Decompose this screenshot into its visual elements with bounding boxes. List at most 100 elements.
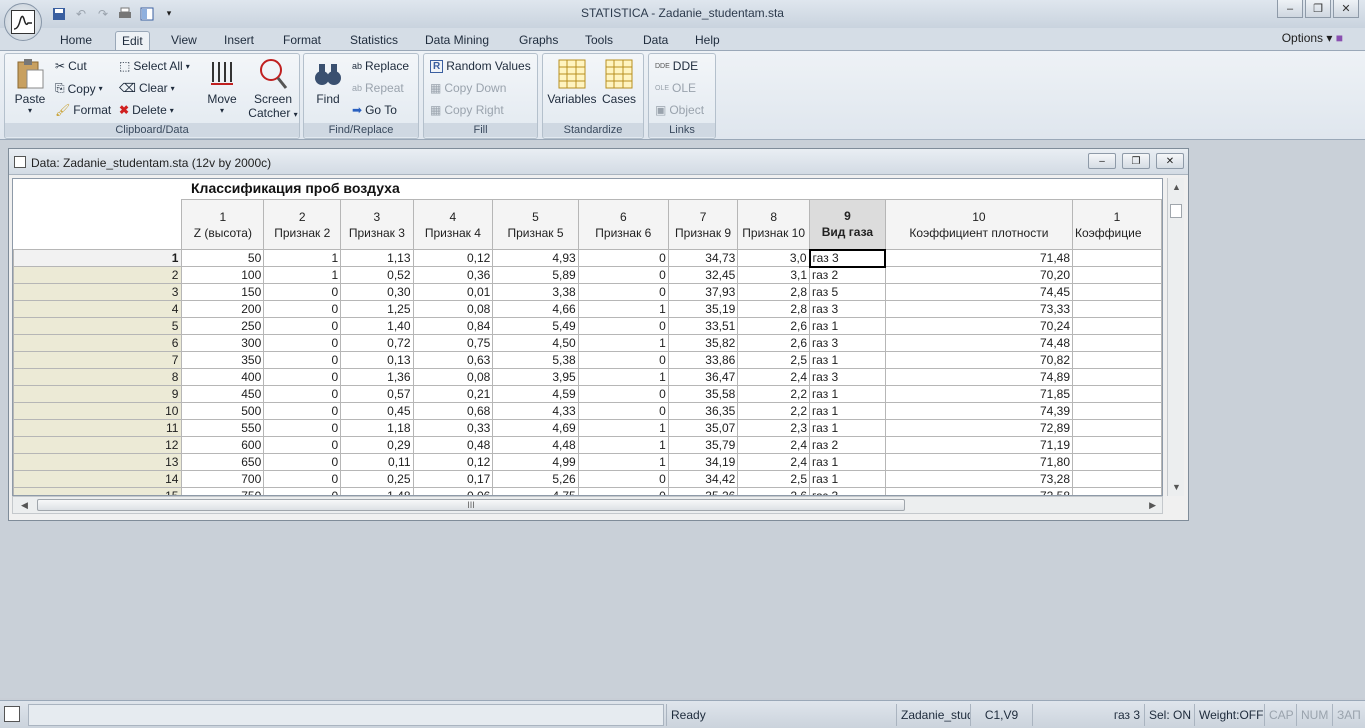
data-cell[interactable]: 0 — [577, 402, 669, 420]
data-cell[interactable]: 1,13 — [340, 249, 414, 267]
scroll-up-icon[interactable]: ▲ — [1172, 182, 1181, 192]
data-cell[interactable]: 0,08 — [412, 368, 494, 386]
data-cell[interactable]: 34,19 — [667, 453, 739, 471]
screen-catcher-button[interactable]: Screen Catcher ▾ — [247, 58, 299, 120]
vertical-scrollbar[interactable]: ▲ ▼ — [1167, 178, 1184, 496]
data-cell[interactable]: газ 1 — [809, 317, 886, 335]
data-cell[interactable]: 35,26 — [667, 487, 739, 495]
row-header[interactable]: 8 — [13, 368, 183, 386]
column-header-3[interactable]: 3 Признак 3 — [340, 199, 414, 250]
repeat-button[interactable]: ab Repeat — [352, 81, 404, 95]
data-cell[interactable]: 5,49 — [492, 317, 579, 335]
data-cell[interactable]: 0,30 — [340, 283, 414, 301]
data-cell[interactable]: 0 — [577, 266, 669, 284]
data-cell-empty[interactable] — [1072, 266, 1162, 284]
data-cell[interactable]: 2,4 — [737, 436, 811, 454]
data-cell[interactable]: газ 2 — [809, 266, 886, 284]
data-cell[interactable]: 0 — [263, 334, 342, 352]
data-cell[interactable]: газ 3 — [809, 368, 886, 386]
tab-edit[interactable]: Edit — [115, 31, 150, 50]
data-cell-empty[interactable] — [1072, 453, 1162, 471]
row-header[interactable]: 13 — [13, 453, 183, 471]
data-cell[interactable]: 32,45 — [667, 266, 739, 284]
data-cell[interactable]: 4,69 — [492, 419, 579, 437]
data-cell[interactable]: 0,01 — [412, 283, 494, 301]
data-cell[interactable]: 4,48 — [492, 436, 579, 454]
data-cell[interactable]: 50 — [181, 249, 265, 267]
data-cell-empty[interactable] — [1072, 368, 1162, 386]
row-header[interactable]: 15 — [13, 487, 183, 495]
data-cell[interactable]: 0,84 — [412, 317, 494, 335]
data-cell[interactable]: 300 — [181, 334, 265, 352]
data-cell[interactable]: 0 — [263, 385, 342, 403]
data-cell[interactable]: 0 — [577, 487, 669, 495]
replace-button[interactable]: ab Replace — [352, 59, 409, 73]
scroll-down-icon[interactable]: ▼ — [1172, 482, 1181, 492]
data-cell[interactable]: 0 — [263, 470, 342, 488]
data-cell[interactable]: 4,59 — [492, 385, 579, 403]
random-values-button[interactable]: R Random Values — [430, 59, 531, 73]
data-cell[interactable]: 70,82 — [884, 351, 1074, 369]
data-cell[interactable]: 34,42 — [667, 470, 739, 488]
data-cell[interactable]: 1 — [577, 453, 669, 471]
select-all-button[interactable]: ⬚ Select All ▾ — [119, 59, 190, 73]
data-cell[interactable]: 0 — [577, 249, 669, 267]
data-cell-empty[interactable] — [1072, 249, 1162, 267]
data-cell[interactable]: 2,5 — [737, 470, 811, 488]
data-cell[interactable]: 0 — [263, 351, 342, 369]
data-cell[interactable]: 0,25 — [340, 470, 414, 488]
data-cell[interactable]: 3,0 — [737, 249, 811, 267]
data-cell[interactable]: 0,06 — [412, 487, 494, 495]
application-button[interactable] — [4, 3, 42, 41]
tab-home[interactable]: Home — [54, 31, 98, 50]
data-cell[interactable]: 0,12 — [412, 453, 494, 471]
column-header-11[interactable]: 1 Коэффицие — [1072, 199, 1162, 250]
data-cell-empty[interactable] — [1072, 351, 1162, 369]
data-cell[interactable]: 0,57 — [340, 385, 414, 403]
data-cell[interactable]: 2,3 — [737, 419, 811, 437]
data-cell[interactable]: 0,48 — [412, 436, 494, 454]
data-cell[interactable]: 1 — [577, 436, 669, 454]
spreadsheet-grid[interactable]: Классификация проб воздуха 1Z (высота) 2 П… — [12, 178, 1163, 496]
data-cell[interactable]: 70,24 — [884, 317, 1074, 335]
go-to-button[interactable]: ➡ Go To — [352, 103, 397, 117]
data-cell[interactable]: 0 — [263, 436, 342, 454]
data-cell[interactable]: 2,2 — [737, 402, 811, 420]
data-cell[interactable]: газ 3 — [809, 334, 886, 352]
row-header[interactable]: 4 — [13, 300, 183, 318]
corner-cell[interactable] — [13, 199, 183, 250]
data-cell[interactable]: 74,48 — [884, 334, 1074, 352]
data-cell[interactable]: 0 — [263, 317, 342, 335]
tab-format[interactable]: Format — [277, 31, 327, 50]
data-cell[interactable]: 0,13 — [340, 351, 414, 369]
cases-button[interactable]: Cases — [599, 58, 639, 106]
column-header-4[interactable]: 4 Признак 4 — [412, 199, 494, 250]
scroll-left-icon[interactable]: ◀ — [21, 500, 28, 511]
data-cell[interactable]: газ 3 — [809, 487, 886, 495]
data-cell[interactable]: 550 — [181, 419, 265, 437]
row-header[interactable]: 3 — [13, 283, 183, 301]
copy-right-button[interactable]: ▦ Copy Right — [430, 103, 504, 117]
data-cell[interactable]: 600 — [181, 436, 265, 454]
minimize-icon[interactable]: – — [1277, 0, 1303, 18]
data-cell[interactable]: 0 — [263, 300, 342, 318]
data-cell[interactable]: 500 — [181, 402, 265, 420]
tab-view[interactable]: View — [165, 31, 203, 50]
row-header[interactable]: 6 — [13, 334, 183, 352]
cut-button[interactable]: ✂ Cut — [55, 59, 87, 73]
data-cell[interactable]: 3,38 — [492, 283, 579, 301]
data-cell[interactable]: 74,89 — [884, 368, 1074, 386]
row-header[interactable]: 1 — [13, 249, 183, 267]
data-cell[interactable]: 3,95 — [492, 368, 579, 386]
data-cell-empty[interactable] — [1072, 385, 1162, 403]
data-cell[interactable]: газ 1 — [809, 419, 886, 437]
data-cell[interactable]: газ 1 — [809, 453, 886, 471]
data-cell[interactable]: 5,38 — [492, 351, 579, 369]
data-cell-empty[interactable] — [1072, 300, 1162, 318]
data-cell[interactable]: 4,75 — [492, 487, 579, 495]
data-cell[interactable]: 350 — [181, 351, 265, 369]
data-cell[interactable]: 1 — [577, 368, 669, 386]
data-cell[interactable]: 36,35 — [667, 402, 739, 420]
vertical-scroll-thumb[interactable] — [1170, 204, 1182, 218]
data-cell[interactable]: 2,6 — [737, 317, 811, 335]
